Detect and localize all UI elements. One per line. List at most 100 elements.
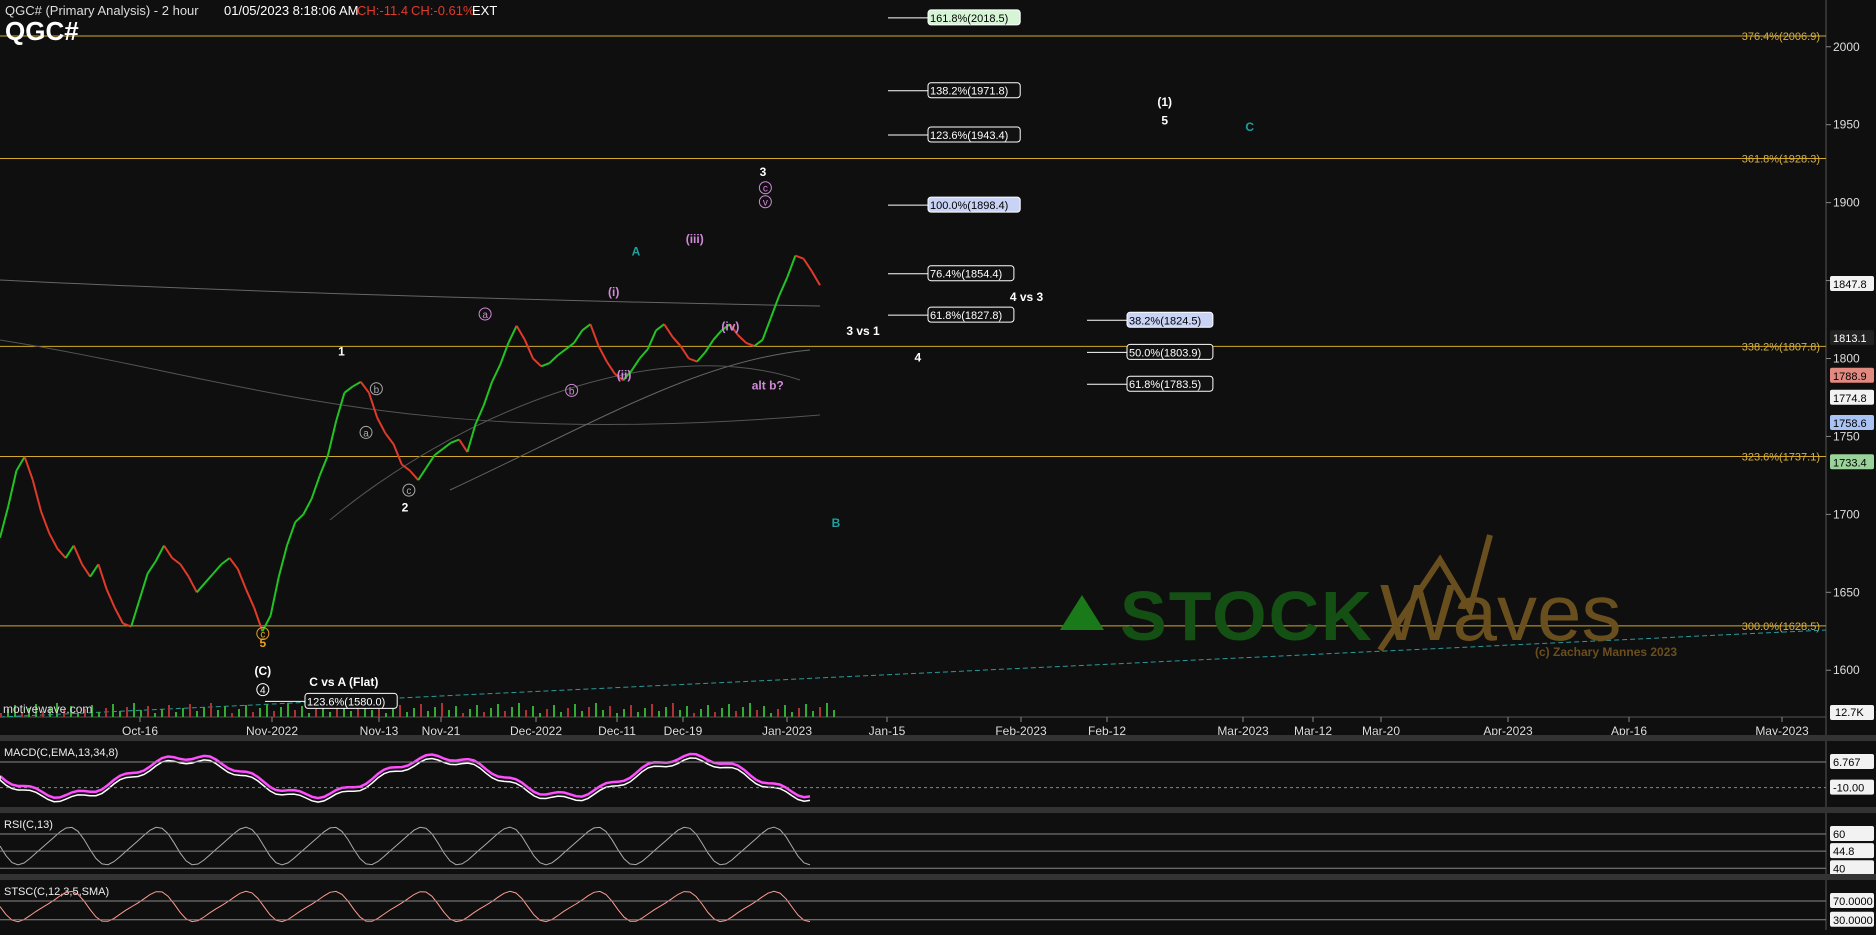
volume-bar	[469, 709, 471, 717]
volume-bar	[105, 708, 107, 717]
volume-bar	[427, 711, 429, 717]
volume-bar	[679, 710, 681, 717]
volume-bar	[574, 704, 576, 717]
volume-bar	[567, 708, 569, 717]
y-tick-label: 1700	[1833, 507, 1860, 521]
wave-label: A	[632, 245, 641, 259]
volume-bar	[532, 706, 534, 717]
volume-bar	[287, 703, 289, 717]
volume-bar	[784, 705, 786, 717]
wave-label: 5	[1161, 114, 1168, 128]
volume-bar	[497, 704, 499, 717]
target-box-label: 61.8%(1827.8)	[930, 310, 1002, 322]
target-box-label: 123.6%(1580.0)	[307, 696, 385, 708]
volume-bar	[798, 708, 800, 717]
watermark-stock: STOCK	[1120, 577, 1374, 655]
price-badge-label: 1758.6	[1833, 418, 1867, 430]
wave-circle-label: b	[374, 385, 380, 396]
wave-label: 4 vs 3	[1010, 290, 1044, 304]
wave-label: (i)	[608, 285, 619, 299]
volume-bar	[518, 703, 520, 717]
target-box-label: 50.0%(1803.9)	[1129, 347, 1201, 359]
volume-bar	[623, 709, 625, 717]
chart-change: CH:-11.4	[357, 3, 409, 18]
watermark-credit: (c) Zachary Mannes 2023	[1535, 645, 1678, 659]
target-box-label: 61.8%(1783.5)	[1129, 379, 1201, 391]
indicator-badge-label: 44.8	[1833, 846, 1854, 858]
y-tick-label: 2000	[1833, 40, 1860, 54]
volume-bar	[539, 713, 541, 717]
volume-bar	[651, 704, 653, 717]
volume-bar	[707, 705, 709, 717]
volume-bar	[161, 709, 163, 717]
volume-bar	[672, 703, 674, 717]
fib-level-label: 361.8%(1928.3)	[1742, 154, 1820, 166]
volume-bar	[525, 710, 527, 717]
price-chart[interactable]: 160016501700175018001850190019502000Oct-…	[0, 0, 1876, 930]
volume-bar	[770, 713, 772, 717]
volume-bar	[476, 705, 478, 717]
volume-bar	[700, 709, 702, 717]
volume-bar	[714, 712, 716, 717]
wave-label: 3 vs 1	[846, 324, 880, 338]
volume-bar	[742, 707, 744, 717]
indicator-name: MACD(C,EMA,13,34,8)	[4, 747, 118, 759]
price-badge-label: 1774.8	[1833, 393, 1867, 405]
wave-label: (iv)	[721, 319, 739, 333]
volume-bar	[140, 710, 142, 717]
price-badge-label: 1788.9	[1833, 371, 1867, 383]
volume-bar	[483, 712, 485, 717]
volume-bar	[154, 713, 156, 717]
volume-bar	[301, 706, 303, 717]
volume-bar	[812, 711, 814, 717]
wave-circle-label: a	[482, 310, 488, 321]
volume-bar	[147, 706, 149, 717]
y-tick-label: 1750	[1833, 429, 1860, 443]
wave-label: 4	[914, 351, 921, 365]
wave-label: 3	[760, 165, 767, 179]
volume-bar	[196, 711, 198, 717]
price-badge-label: 1847.8	[1833, 279, 1867, 291]
volume-bar	[308, 713, 310, 717]
volume-bar	[658, 711, 660, 717]
volume-bar	[833, 710, 835, 717]
volume-bar	[224, 706, 226, 717]
volume-bar	[175, 712, 177, 717]
volume-bar	[686, 706, 688, 717]
volume-bar	[259, 708, 261, 717]
volume-bar	[434, 707, 436, 717]
indicator-badge-label: 6.767	[1833, 757, 1861, 769]
wave-circle-label: c	[260, 630, 265, 641]
volume-bar	[749, 703, 751, 717]
indicator-badge-label: 30.0000	[1833, 915, 1873, 927]
volume-bar	[630, 705, 632, 717]
watermark-waves: Waves	[1380, 568, 1622, 657]
volume-bar	[693, 713, 695, 717]
volume-bar	[805, 704, 807, 717]
fib-level-label: 376.4%(2006.9)	[1742, 31, 1820, 43]
volume-bar	[819, 707, 821, 717]
volume-bar	[490, 708, 492, 717]
volume-bar	[609, 706, 611, 717]
target-box-label: 123.6%(1943.4)	[930, 130, 1008, 142]
volume-bar	[385, 713, 387, 717]
volume-bar	[413, 708, 415, 717]
volume-bar	[462, 713, 464, 717]
volume-bar	[637, 712, 639, 717]
volume-bar	[420, 704, 422, 717]
y-tick-label: 1650	[1833, 585, 1860, 599]
wave-label: alt b?	[752, 379, 784, 393]
y-tick-label: 1600	[1833, 663, 1860, 677]
chart-datetime: 01/05/2023 8:18:06 AM	[224, 3, 359, 18]
volume-bar	[602, 710, 604, 717]
chart-root: 160016501700175018001850190019502000Oct-…	[0, 0, 1876, 930]
volume-bar	[406, 712, 408, 717]
y-tick-label: 1900	[1833, 196, 1860, 210]
volume-bar	[0, 713, 2, 717]
y-tick-label: 1950	[1833, 118, 1860, 132]
volume-bar	[756, 710, 758, 717]
volume-bar	[595, 703, 597, 717]
volume-bar	[203, 707, 205, 717]
target-box-label: 76.4%(1854.4)	[930, 269, 1002, 281]
price-badge-label: 1733.4	[1833, 457, 1867, 469]
